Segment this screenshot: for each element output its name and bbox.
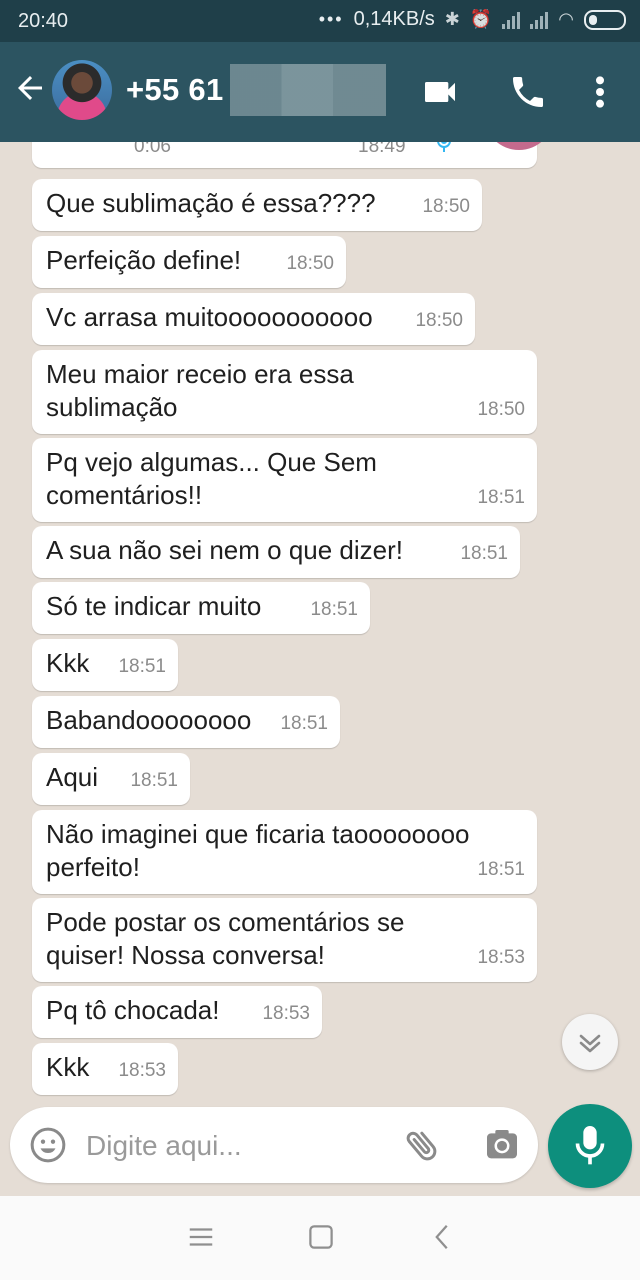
message-text: Perfeição define! bbox=[46, 245, 242, 275]
back-arrow-icon[interactable] bbox=[12, 70, 48, 114]
message-time: 18:51 bbox=[130, 770, 178, 791]
status-indicators: ••• 0,14KB/s ✱ ⏰ ◠ bbox=[319, 8, 626, 31]
contact-name[interactable]: +55 61 bbox=[126, 72, 223, 108]
message-time: 18:50 bbox=[422, 196, 470, 217]
audio-duration: 0:06 bbox=[134, 142, 171, 157]
signal-icon bbox=[502, 11, 521, 29]
message-bubble[interactable]: Que sublimação é essa???? 18:50 bbox=[32, 179, 482, 231]
message-time: 18:49 bbox=[358, 142, 406, 157]
message-bubble[interactable]: Aqui 18:51 bbox=[32, 753, 190, 805]
message-bubble[interactable]: Só te indicar muito 18:51 bbox=[32, 582, 370, 634]
message-bubble[interactable]: Não imaginei que ficaria taoooooooo perfe… bbox=[32, 810, 537, 894]
message-time: 18:51 bbox=[477, 487, 525, 508]
message-text: Pode postar os comentários se quiser! Nos… bbox=[46, 907, 405, 970]
message-bubble[interactable]: Kkk 18:53 bbox=[32, 1043, 178, 1095]
status-bar: 20:40 ••• 0,14KB/s ✱ ⏰ ◠ bbox=[0, 0, 640, 42]
recent-apps-icon[interactable] bbox=[186, 1222, 216, 1252]
message-bubble[interactable]: Kkk 18:51 bbox=[32, 639, 178, 691]
message-time: 18:50 bbox=[286, 253, 334, 274]
message-composer bbox=[10, 1107, 538, 1183]
message-text: Só te indicar muito bbox=[46, 591, 262, 621]
video-call-icon[interactable] bbox=[420, 72, 460, 112]
message-bubble[interactable]: A sua não sei nem o que dizer! 18:51 bbox=[32, 526, 520, 578]
message-text: Kkk bbox=[46, 1052, 90, 1082]
notification-dots: ••• bbox=[318, 9, 344, 29]
microphone-icon bbox=[575, 1126, 605, 1165]
message-bubble[interactable]: Vc arrasa muitooooooooooo 18:50 bbox=[32, 293, 475, 345]
message-bubble[interactable]: Pq tô chocada! 18:53 bbox=[32, 986, 322, 1038]
message-text: Que sublimação é essa???? bbox=[46, 188, 376, 218]
message-text: Pq vejo algumas... Que Sem comentários!! bbox=[46, 447, 377, 510]
wifi-icon: ◠ bbox=[558, 9, 574, 29]
network-speed: 0,14KB/s bbox=[353, 8, 435, 30]
audio-message[interactable]: 0:06 18:49 bbox=[32, 142, 554, 168]
message-time: 18:51 bbox=[310, 599, 358, 620]
chat-area[interactable]: 0:06 18:49 Que sublimação é essa???? 18:… bbox=[0, 142, 640, 1107]
emoji-icon[interactable] bbox=[28, 1125, 68, 1165]
message-time: 18:51 bbox=[118, 656, 166, 677]
alarm-off-icon: ⏰ bbox=[469, 9, 493, 29]
message-text: A sua não sei nem o que dizer! bbox=[46, 535, 404, 565]
paperclip-icon[interactable] bbox=[402, 1125, 442, 1165]
message-time: 18:53 bbox=[477, 947, 525, 968]
message-text: Kkk bbox=[46, 648, 90, 678]
message-text: Pq tô chocada! bbox=[46, 995, 220, 1025]
message-input[interactable] bbox=[84, 1123, 388, 1169]
chat-header: +55 61 bbox=[0, 42, 640, 142]
message-text: Babandoooooooo bbox=[46, 705, 252, 735]
redacted-number bbox=[230, 64, 386, 116]
message-text: Não imaginei que ficaria taoooooooo perfe… bbox=[46, 819, 470, 882]
system-back-icon[interactable] bbox=[428, 1222, 458, 1252]
status-time: 20:40 bbox=[18, 10, 69, 32]
system-nav-bar bbox=[0, 1196, 640, 1280]
voice-call-icon[interactable] bbox=[508, 72, 548, 112]
message-time: 18:51 bbox=[460, 543, 508, 564]
bluetooth-icon: ✱ bbox=[444, 9, 460, 29]
scroll-to-bottom-button[interactable] bbox=[562, 1014, 618, 1070]
battery-icon bbox=[584, 9, 626, 30]
mic-played-icon bbox=[437, 142, 451, 152]
message-bubble[interactable]: Meu maior receio era essa sublimação 18:5… bbox=[32, 350, 537, 434]
message-bubble[interactable]: Babandoooooooo 18:51 bbox=[32, 696, 340, 748]
message-bubble[interactable]: Perfeição define! 18:50 bbox=[32, 236, 346, 288]
camera-icon[interactable] bbox=[482, 1125, 522, 1165]
message-text: Vc arrasa muitooooooooooo bbox=[46, 302, 373, 332]
message-bubble[interactable]: Pode postar os comentários se quiser! Nos… bbox=[32, 898, 537, 982]
chevrons-down-icon bbox=[579, 1034, 601, 1053]
message-bubble[interactable]: Pq vejo algumas... Que Sem comentários!! … bbox=[32, 438, 537, 522]
home-icon[interactable] bbox=[306, 1222, 336, 1252]
message-time: 18:50 bbox=[477, 399, 525, 420]
message-time: 18:50 bbox=[415, 310, 463, 331]
message-text: Meu maior receio era essa sublimação bbox=[46, 359, 354, 422]
audio-sender-avatar bbox=[484, 142, 554, 150]
message-time: 18:51 bbox=[280, 713, 328, 734]
message-text: Aqui bbox=[46, 762, 99, 792]
voice-record-button[interactable] bbox=[548, 1104, 632, 1188]
more-vertical-icon[interactable] bbox=[584, 72, 616, 112]
message-time: 18:51 bbox=[477, 859, 525, 880]
message-time: 18:53 bbox=[118, 1060, 166, 1081]
message-time: 18:53 bbox=[262, 1003, 310, 1024]
contact-avatar[interactable] bbox=[52, 60, 112, 120]
signal-2-icon bbox=[530, 11, 549, 29]
